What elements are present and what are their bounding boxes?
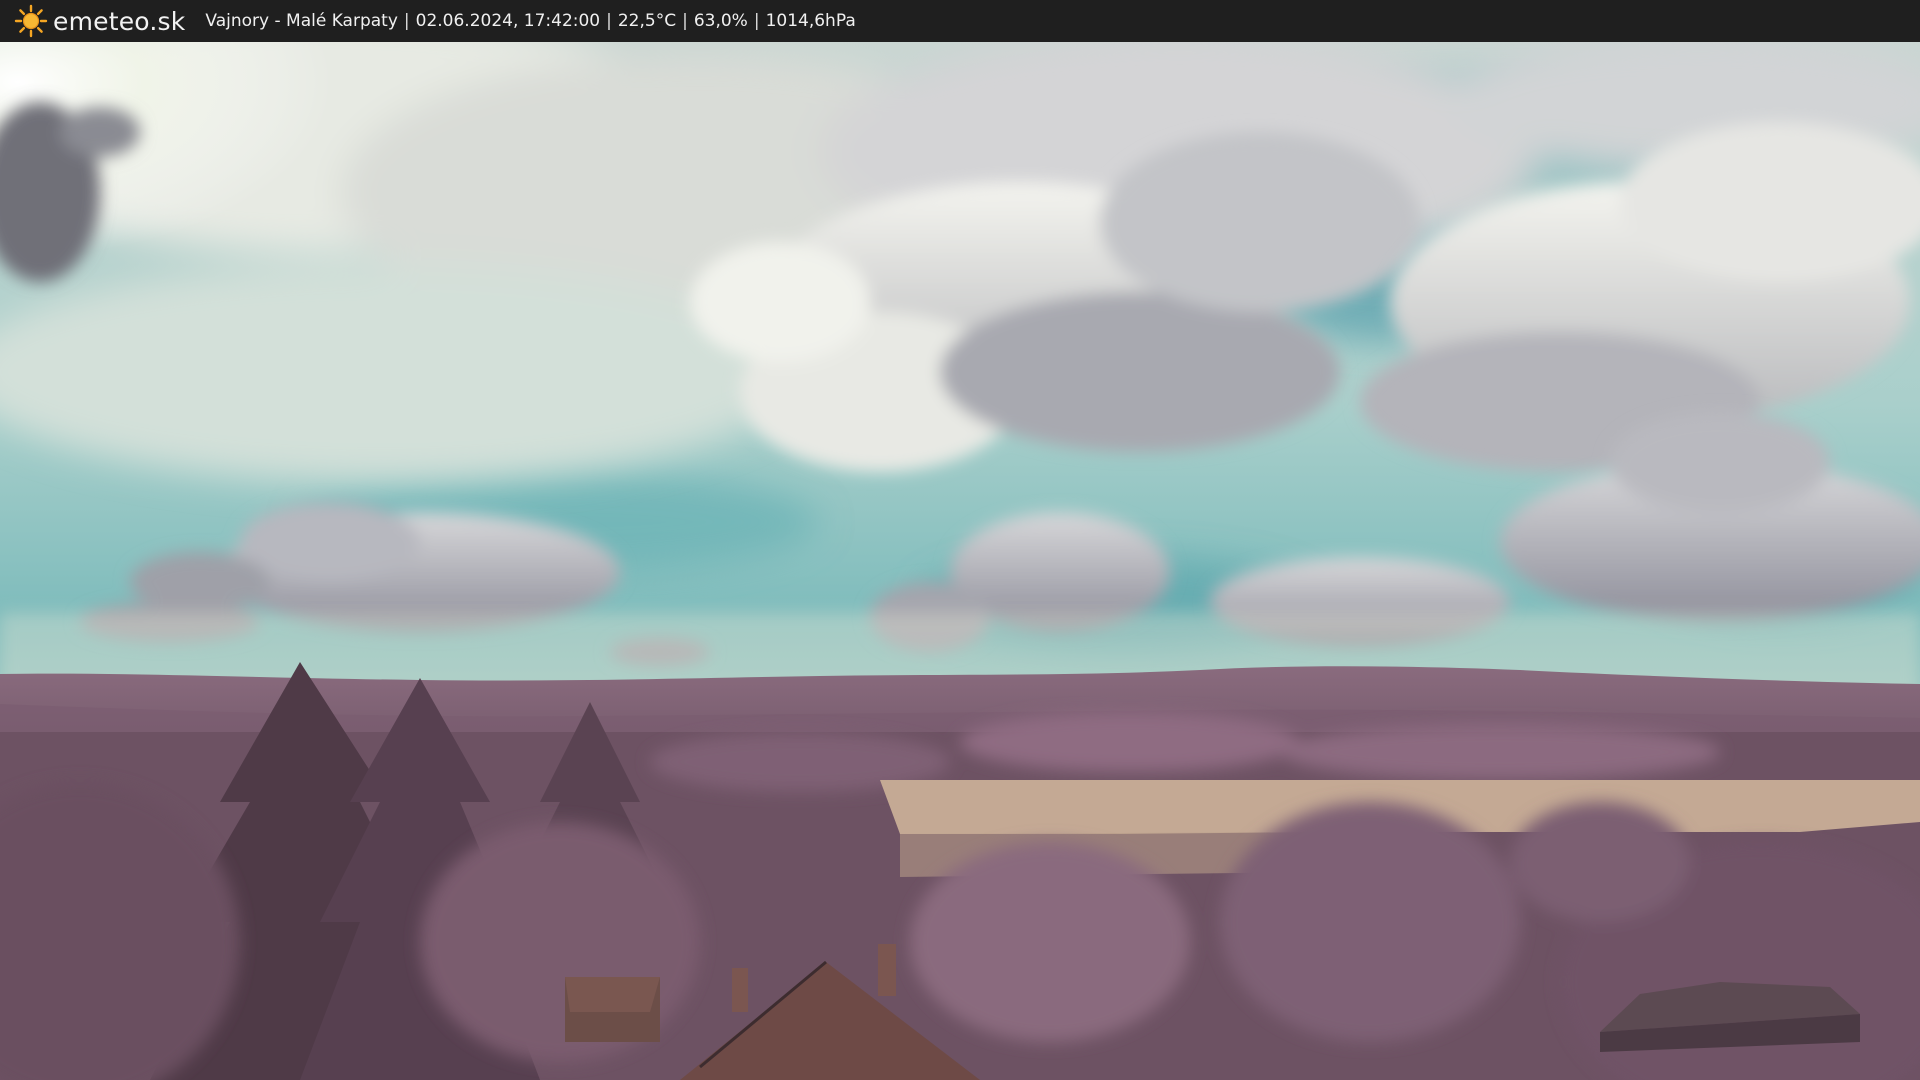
- temperature-value: 22,5°C: [617, 11, 677, 31]
- location-label: Vajnory - Malé Karpaty: [205, 11, 398, 31]
- separator: |: [753, 11, 760, 31]
- separator: |: [682, 11, 688, 31]
- separator: |: [606, 11, 612, 31]
- brand-name: emeteo.sk: [53, 6, 186, 36]
- caption-bar: emeteo.sk Vajnory - Malé Karpaty | 02.06.2…: [0, 0, 1920, 42]
- camera-caption: Vajnory - Malé Karpaty | 02.06.2024, 17:42…: [205, 11, 855, 31]
- webcam-frame: emeteo.sk Vajnory - Malé Karpaty | 02.06.2…: [0, 0, 1920, 1080]
- webcam-image: [0, 42, 1920, 1080]
- sun-glare: [0, 42, 900, 542]
- brand-logo[interactable]: emeteo.sk: [14, 4, 185, 38]
- pressure-value: 1014,6hPa: [765, 11, 856, 31]
- sun-icon: [14, 4, 48, 38]
- landscape-scene: [0, 42, 1920, 1080]
- humidity-value: 63,0%: [693, 11, 748, 31]
- timestamp: 02.06.2024, 17:42:00: [415, 11, 601, 31]
- separator: |: [403, 11, 410, 31]
